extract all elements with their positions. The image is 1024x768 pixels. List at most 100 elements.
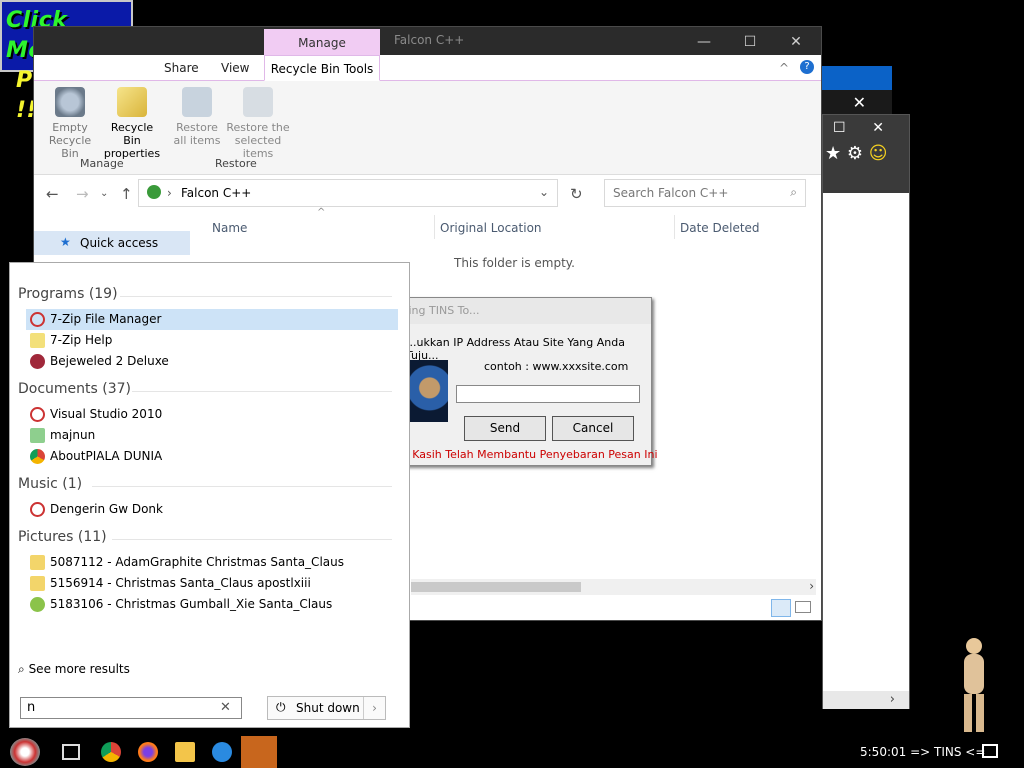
see-more-results-link[interactable]: ⌕ See more results (18, 662, 130, 677)
ribbon-tabs: Share View Recycle Bin Tools ^ ? (34, 55, 821, 81)
programs-header[interactable]: Programs (19) (18, 286, 118, 302)
close-icon[interactable]: ✕ (776, 31, 816, 53)
internet-explorer-icon[interactable] (212, 742, 232, 762)
properties-label-1: Recycle Bin (110, 121, 154, 147)
quick-access-label: Quick access (80, 236, 159, 250)
divider (132, 391, 392, 392)
shut-down-button[interactable]: ⏻ Shut down › (267, 696, 386, 720)
background-window: ✕ (820, 66, 892, 116)
music-header[interactable]: Music (1) (18, 476, 82, 492)
column-date-deleted[interactable]: Date Deleted (680, 221, 760, 235)
search-input[interactable]: Search Falcon C++ ⌕ (604, 179, 806, 207)
item-label: Bejeweled 2 Deluxe (50, 354, 169, 368)
maximize-icon[interactable]: ☐ (730, 31, 770, 53)
nav-item-quick-access[interactable]: ★ Quick access (34, 231, 190, 255)
tab-manage[interactable]: Manage (264, 29, 380, 55)
horizontal-scrollbar[interactable]: › (411, 579, 816, 595)
column-original-location[interactable]: Original Location (440, 221, 542, 235)
restore-selected-button[interactable]: Restore the selected items (222, 87, 294, 160)
window-controls[interactable]: ☐ ✕ (823, 115, 909, 141)
item-label: Dengerin Gw Donk (50, 502, 163, 516)
start-search-input[interactable]: n (20, 697, 242, 719)
documents-header[interactable]: Documents (37) (18, 381, 131, 397)
restore-all-button[interactable]: Restore all items (172, 87, 222, 147)
tab-view[interactable]: View (221, 61, 249, 75)
power-icon: ⏻ (276, 700, 286, 714)
list-item[interactable]: Dengerin Gw Donk (26, 499, 398, 520)
game-icon (30, 354, 45, 369)
scroll-right-icon[interactable]: › (823, 691, 909, 709)
browser-window: ☐ ✕ ★ ⚙ ☺ › (822, 114, 910, 709)
start-button-icon[interactable] (10, 738, 40, 766)
firefox-icon[interactable] (138, 742, 158, 762)
forward-icon[interactable]: → (76, 185, 89, 203)
action-center-icon[interactable] (982, 744, 998, 758)
list-item[interactable]: 5156914 - Christmas Santa_Claus apostlxi… (26, 573, 398, 594)
large-icons-view-icon[interactable] (795, 601, 811, 613)
empty-folder-message: This folder is empty. (454, 256, 575, 270)
group-manage-label: Manage (80, 157, 124, 170)
clear-icon[interactable]: ✕ (220, 700, 231, 715)
collapse-ribbon-icon[interactable]: ^ (779, 61, 789, 75)
item-label: 5156914 - Christmas Santa_Claus apostlxi… (50, 576, 311, 590)
list-item[interactable]: majnun (26, 425, 398, 446)
empty-recycle-bin-button[interactable]: Empty Recycle Bin (42, 87, 98, 160)
image-icon (30, 597, 45, 612)
empty-label-1: Empty (52, 121, 88, 134)
cancel-button[interactable]: Cancel (552, 416, 634, 441)
send-dialog: ...ing TINS To... ...ukkan IP Address At… (397, 297, 658, 466)
back-icon[interactable]: ← (46, 185, 59, 203)
tab-recycle-bin-tools[interactable]: Recycle Bin Tools (264, 55, 380, 81)
item-label: 7-Zip File Manager (50, 312, 162, 326)
search-placeholder: Search Falcon C++ (613, 186, 729, 200)
chrome-icon[interactable] (101, 742, 121, 762)
properties-icon (117, 87, 147, 117)
clock[interactable]: 5:50:01 => TINS <= (860, 745, 985, 759)
recent-dropdown-icon[interactable]: ⌄ (100, 188, 108, 199)
list-item[interactable]: 5087112 - AdamGraphite Christmas Santa_C… (26, 552, 398, 573)
help-file-icon (30, 333, 45, 348)
file-explorer-icon[interactable] (175, 742, 195, 762)
restore-selected-label-1: Restore the (226, 121, 290, 134)
refresh-icon[interactable]: ↻ (570, 185, 583, 203)
item-label: AboutPIALA DUNIA (50, 449, 163, 463)
toolbar-icons[interactable]: ★ ⚙ ☺ (823, 141, 909, 167)
list-item[interactable]: Bejeweled 2 Deluxe (26, 351, 398, 372)
minimize-icon[interactable]: — (684, 31, 724, 53)
dialog-title: ...ing TINS To... (398, 298, 651, 324)
chevron-down-icon[interactable]: ⌄ (539, 185, 549, 199)
help-icon[interactable]: ? (800, 60, 814, 74)
list-item[interactable]: 7-Zip Help (26, 330, 398, 351)
column-divider (674, 215, 675, 239)
address-bar-row: ← → ⌄ ↑ › Falcon C++ ⌄ ↻ Search Falcon C… (34, 175, 821, 213)
shut-down-label: Shut down (296, 701, 360, 715)
dialog-prompt: ...ukkan IP Address Atau Site Yang Anda … (406, 336, 625, 362)
scroll-right-icon[interactable]: › (809, 579, 814, 593)
details-view-icon[interactable] (771, 599, 791, 617)
restore-selected-icon (243, 87, 273, 117)
close-icon[interactable]: ✕ (820, 90, 892, 116)
list-item[interactable]: 5183106 - Christmas Gumball_Xie Santa_Cl… (26, 594, 398, 615)
item-label: 7-Zip Help (50, 333, 113, 347)
address-field[interactable]: › Falcon C++ ⌄ (138, 179, 558, 207)
list-item[interactable]: 7-Zip File Manager (26, 309, 398, 330)
column-name[interactable]: Name (212, 221, 247, 235)
item-label: Visual Studio 2010 (50, 407, 163, 421)
list-item[interactable]: AboutPIALA DUNIA (26, 446, 398, 467)
tab-share[interactable]: Share (164, 61, 199, 75)
item-label: 5183106 - Christmas Gumball_Xie Santa_Cl… (50, 597, 333, 611)
running-app-icon[interactable] (241, 736, 277, 768)
desktop-figure-image (956, 638, 996, 734)
star-icon: ★ (60, 235, 71, 249)
list-item[interactable]: Visual Studio 2010 (26, 404, 398, 425)
chevron-right-icon[interactable]: › (363, 697, 385, 719)
send-button[interactable]: Send (464, 416, 546, 441)
divider (92, 486, 392, 487)
pictures-header[interactable]: Pictures (11) (18, 529, 107, 545)
address-input[interactable] (456, 385, 640, 403)
task-view-icon[interactable] (62, 744, 80, 760)
up-icon[interactable]: ↑ (120, 185, 133, 203)
scroll-thumb[interactable] (411, 582, 581, 592)
recycle-bin-properties-button[interactable]: Recycle Bin properties (102, 87, 162, 160)
document-icon (30, 428, 45, 443)
